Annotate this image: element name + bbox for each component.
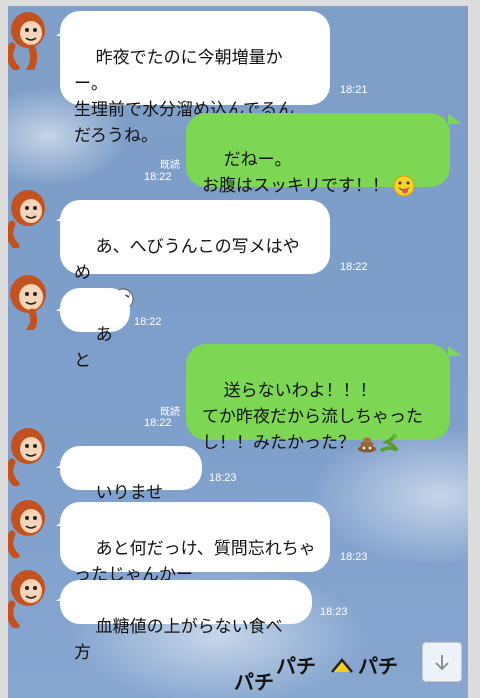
poop-icon [358,437,376,453]
bubble-tail [448,346,462,356]
tongue-face-icon [393,175,415,197]
monkey-avatar-icon[interactable] [8,424,52,486]
message-time: 18:23 [320,606,348,618]
bubble-tail [448,114,462,124]
snake-icon [380,433,399,452]
monkey-avatar-icon[interactable] [8,496,52,558]
message-bubble-incoming[interactable]: あ、へびうんこの写メはやめ てね [60,200,330,310]
monkey-avatar-icon[interactable] [8,8,52,70]
message-time: 18:23 [340,551,368,563]
sticker-text: パチ [358,654,398,678]
message-bubble-incoming[interactable]: あと [60,288,130,371]
monkey-avatar-icon[interactable] [8,186,52,248]
message-bubble-outgoing[interactable]: だねー。 お腹はスッキリです！！ [186,113,450,197]
message-bubble-outgoing[interactable]: 送らないわよ！！！ てか昨夜だから流しちゃった し！！みたかった？ [186,344,450,453]
message-time: 18:22 [144,171,172,183]
message-text: あと [74,325,113,371]
sticker-text: パチ [276,654,316,678]
monkey-avatar-icon[interactable] [8,566,52,628]
message-text: だねー。 お腹はスッキリです！！ [202,150,389,196]
message-time: 18:22 [340,261,368,273]
message-time: 18:23 [209,472,237,484]
message-time: 18:21 [340,84,368,96]
arrow-down-icon [435,655,449,671]
message-bubble-incoming[interactable]: 昨夜でたのに今朝増量かー。 生理前で水分溜め込んでるん だろうね。 [60,11,330,146]
message-bubble-incoming[interactable]: 血糖値の上がらない食べ方 [60,580,312,663]
read-receipt: 既読 [160,160,180,171]
scroll-to-bottom-button[interactable] [422,642,462,682]
sticker-text: パチ [234,670,274,694]
message-time: 18:22 [144,417,172,429]
chat-window: 昨夜でたのに今朝増量かー。 生理前で水分溜め込んでるん だろうね。 18:21 … [8,6,468,698]
sparkle-icon [331,658,353,673]
monkey-avatar-icon[interactable] [8,268,52,330]
message-time: 18:22 [134,316,162,328]
message-bubble-incoming[interactable]: いりません！ [60,446,202,529]
message-bubble-incoming[interactable]: あと何だっけ、質問忘れちゃ ったじゃんかー [60,502,330,585]
read-receipt: 既読 [160,407,180,418]
